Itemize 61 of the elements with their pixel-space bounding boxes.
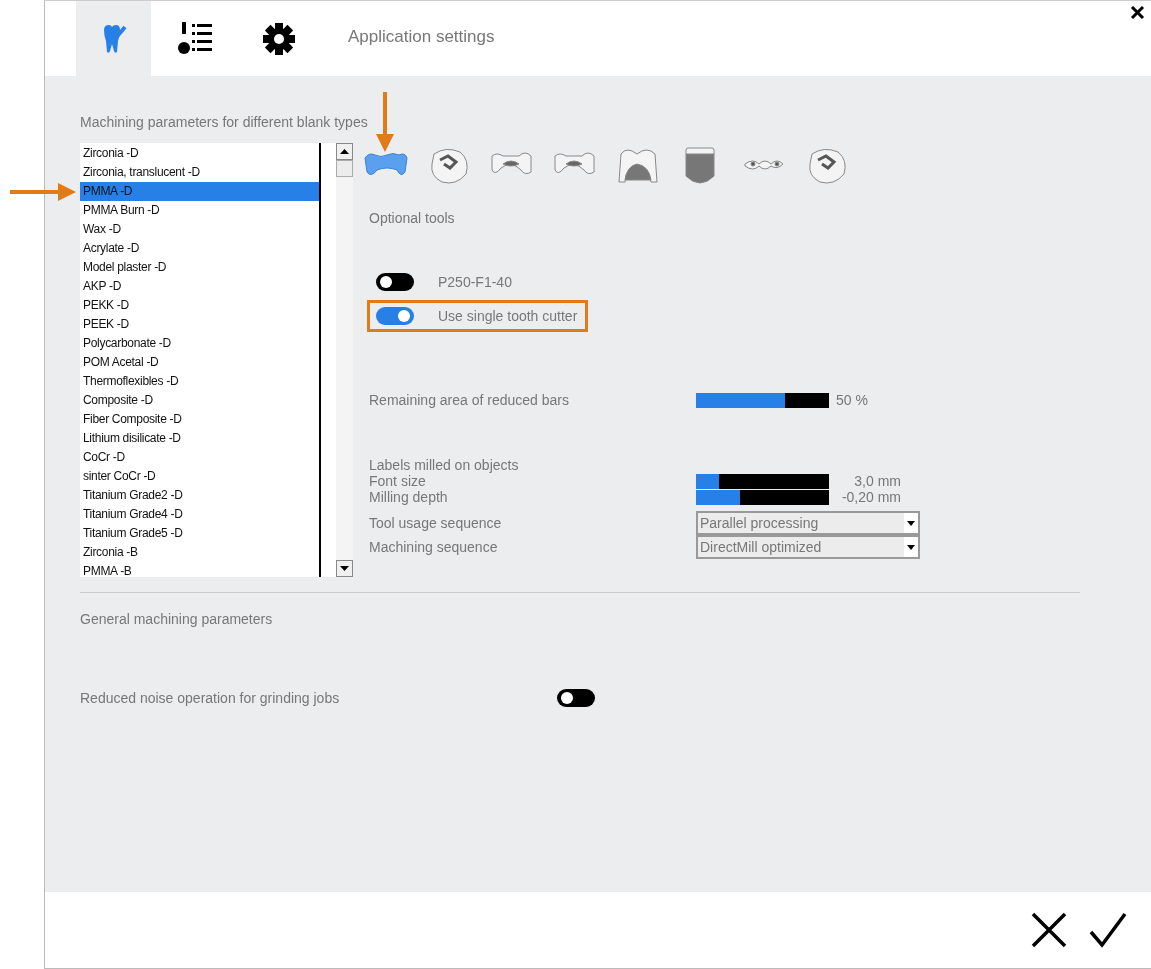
slider-value: 3,0 mm [853, 474, 901, 489]
section-title: Machining parameters for different blank types [80, 114, 369, 130]
up-arrow-icon [340, 149, 349, 154]
list-item[interactable]: PEEK -D [80, 315, 319, 334]
section-title: General machining parameters [80, 611, 274, 627]
toggle-switch[interactable] [376, 273, 414, 291]
caret-icon [907, 520, 915, 526]
list-item[interactable]: Lithium disilicate -D [80, 429, 319, 448]
tool-list-icon [178, 21, 214, 56]
settings-icon [261, 21, 296, 56]
list-item[interactable]: AKP -D [80, 277, 319, 296]
list-item[interactable]: Polycarbonate -D [80, 334, 319, 353]
slider-track[interactable] [696, 392, 829, 408]
confirm-icon[interactable] [1089, 912, 1127, 948]
annotation-arrow [10, 181, 77, 203]
group-label: Labels milled on objects [369, 458, 520, 473]
scrollbar-thumb[interactable] [336, 160, 353, 177]
setting-label: Reduced noise operation for grinding jobs [80, 690, 341, 706]
slider-track[interactable] [696, 490, 829, 505]
slider-value: -0,20 mm [840, 490, 901, 505]
scroll-up-button[interactable] [336, 143, 353, 160]
list-item[interactable]: Titanium Grade4 -D [80, 505, 319, 524]
setting-label: Machining sequence [369, 539, 499, 555]
list-item[interactable]: PMMA -D [80, 182, 319, 201]
list-item[interactable]: PMMA -B [80, 562, 319, 577]
setting-label: Remaining area of reduced bars [369, 392, 570, 408]
list-item[interactable]: Composite -D [80, 391, 319, 410]
list-item[interactable]: Zirconia -B [80, 543, 319, 562]
list-item[interactable]: Model plaster -D [80, 258, 319, 277]
list-item[interactable]: Thermoflexibles -D [80, 372, 319, 391]
setting-label: Font size [369, 474, 427, 489]
setting-label: Tool usage sequence [369, 515, 503, 531]
slider-track[interactable] [696, 474, 829, 489]
toggle-label: Use single tooth cutter [438, 308, 578, 324]
list-item[interactable]: Fiber Composite -D [80, 410, 319, 429]
list-item[interactable]: Acrylate -D [80, 239, 319, 258]
toggle-switch[interactable] [376, 307, 414, 325]
setting-label: Milling depth [369, 490, 449, 505]
list-item[interactable]: sinter CoCr -D [80, 467, 319, 486]
list-item[interactable]: Zirconia -D [80, 144, 319, 163]
down-arrow-icon [340, 566, 349, 571]
close-icon[interactable] [1130, 5, 1145, 20]
annotation-arrow [374, 92, 396, 153]
slider-value: 50 % [835, 392, 869, 408]
window-title: Application settings [348, 26, 495, 47]
list-item[interactable]: Titanium Grade2 -D [80, 486, 319, 505]
dropdown[interactable]: DirectMill optimized [696, 535, 920, 559]
scroll-down-button[interactable] [336, 560, 353, 577]
list-item[interactable]: Titanium Grade5 -D [80, 524, 319, 543]
list-item[interactable]: Wax -D [80, 220, 319, 239]
toggle-switch[interactable] [557, 689, 595, 707]
dropdown[interactable]: Parallel processing [696, 511, 920, 535]
cancel-icon[interactable] [1031, 912, 1067, 948]
list-item[interactable]: PMMA Burn -D [80, 201, 319, 220]
toggle-label: P250-F1-40 [438, 274, 512, 290]
list-item[interactable]: PEKK -D [80, 296, 319, 315]
list-item[interactable]: CoCr -D [80, 448, 319, 467]
section-label: Optional tools [369, 210, 456, 226]
list-item[interactable]: Zirconia, translucent -D [80, 163, 319, 182]
list-item[interactable]: POM Acetal -D [80, 353, 319, 372]
caret-icon [907, 544, 915, 550]
